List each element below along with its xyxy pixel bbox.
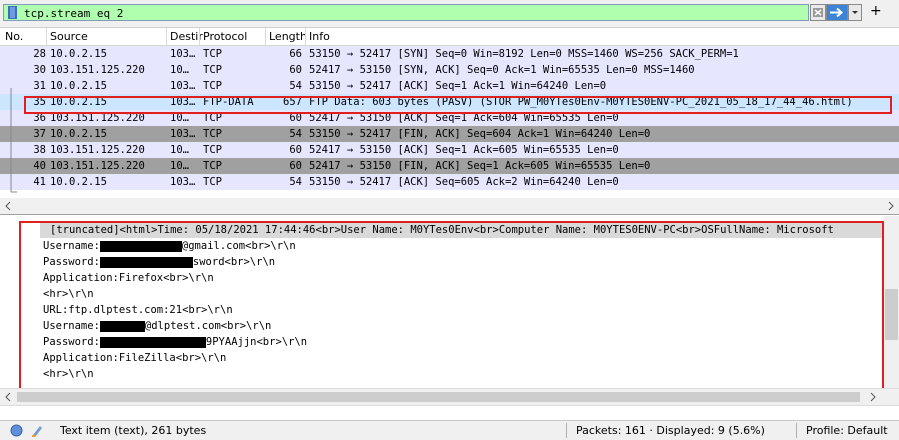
packet-info: 52417 → 53150 [ACK] Seq=1 Ack=605 Win=65… <box>309 144 619 156</box>
packet-info: 53150 → 52417 [ACK] Seq=1 Ack=1 Win=6424… <box>309 80 607 92</box>
col-destination[interactable]: Destir <box>170 30 203 43</box>
scroll-thumb[interactable] <box>17 392 860 402</box>
packet-protocol: TCP <box>203 48 222 60</box>
packet-destination: 10… <box>170 64 189 76</box>
packet-destination: 103… <box>170 128 196 140</box>
chevron-down-icon <box>852 11 858 14</box>
packet-no: 30 <box>33 64 46 76</box>
packet-protocol: TCP <box>203 176 222 188</box>
filter-history-dropdown[interactable] <box>848 4 862 21</box>
packet-row[interactable]: 41 10.0.2.15 103… TCP 54 53150 → 52417 [ACK] … <box>0 174 899 190</box>
highlight-box-packet <box>24 96 892 114</box>
packet-length: 60 <box>289 144 302 156</box>
add-filter-button[interactable]: + <box>870 3 882 19</box>
filter-text: tcp.stream eq 2 <box>24 7 124 20</box>
packet-destination: 103… <box>170 48 196 60</box>
bookmark-icon[interactable] <box>7 6 18 19</box>
packet-protocol: TCP <box>203 64 222 76</box>
packet-no: 28 <box>33 48 46 60</box>
packet-row[interactable]: 37 10.0.2.15 103… TCP 54 53150 → 52417 [FIN, … <box>0 126 899 142</box>
col-source[interactable]: Source <box>50 30 88 43</box>
conversation-bracket-icon <box>10 88 17 193</box>
display-filter-bar: tcp.stream eq 2 + <box>0 0 899 26</box>
highlight-box-detail <box>19 221 884 391</box>
chevron-left-icon <box>5 201 11 211</box>
packet-destination: 10… <box>170 144 189 156</box>
col-protocol[interactable]: Protocol <box>203 30 247 43</box>
packet-info: 52417 → 53150 [FIN, ACK] Seq=1 Ack=605 W… <box>309 160 651 172</box>
packet-protocol: TCP <box>203 144 222 156</box>
packet-source: 10.0.2.15 <box>50 80 107 92</box>
bytes-strip <box>0 405 899 420</box>
edit-comment-icon[interactable] <box>30 423 46 438</box>
packet-length: 54 <box>289 176 302 188</box>
detail-vertical-scrollbar[interactable] <box>884 216 899 392</box>
col-no[interactable]: No. <box>5 30 23 43</box>
arrow-right-icon <box>830 7 844 18</box>
packet-info: 52417 → 53150 [SYN, ACK] Seq=0 Ack=1 Win… <box>309 64 695 76</box>
profile-selector[interactable]: Profile: Default <box>806 424 888 437</box>
packet-length: 66 <box>289 48 302 60</box>
packet-row[interactable]: 28 10.0.2.15 103… TCP 66 53150 → 52417 [SYN] … <box>0 46 899 62</box>
packet-no: 31 <box>33 80 46 92</box>
packet-source: 10.0.2.15 <box>50 128 107 140</box>
packet-source: 103.151.125.220 <box>50 64 145 76</box>
chevron-right-icon <box>888 201 894 211</box>
scroll-thumb[interactable] <box>885 289 898 340</box>
packet-info: 53150 → 52417 [SYN] Seq=0 Win=8192 Len=0… <box>309 48 739 60</box>
clear-filter-button[interactable] <box>810 4 826 21</box>
packet-info: 53150 → 52417 [FIN, ACK] Seq=604 Ack=1 W… <box>309 128 651 140</box>
col-length[interactable]: Length <box>269 30 307 43</box>
status-bar: Text item (text), 261 bytes Packets: 161… <box>0 420 899 440</box>
col-info[interactable]: Info <box>309 30 330 43</box>
packet-no: 41 <box>33 176 46 188</box>
chevron-left-icon <box>5 392 11 402</box>
packet-no: 38 <box>33 144 46 156</box>
packet-length: 54 <box>289 128 302 140</box>
packet-row[interactable]: 30 103.151.125.220 10… TCP 60 52417 → 53150 [… <box>0 62 899 78</box>
packet-protocol: TCP <box>203 128 222 140</box>
packet-length: 54 <box>289 80 302 92</box>
packet-info: 53150 → 52417 [ACK] Seq=605 Ack=2 Win=64… <box>309 176 619 188</box>
apply-filter-button[interactable] <box>826 4 848 21</box>
packet-no: 40 <box>33 160 46 172</box>
packet-destination: 103… <box>170 176 196 188</box>
packet-source: 10.0.2.15 <box>50 176 107 188</box>
packet-source: 103.151.125.220 <box>50 160 145 172</box>
packet-source: 10.0.2.15 <box>50 48 107 60</box>
packet-list: No. Source Destir Protocol Length Info 2… <box>0 27 899 198</box>
packet-bytes-pane: [truncated]<html>Time: 05/18/2021 17:44:… <box>0 214 899 393</box>
expert-info-icon[interactable] <box>10 424 23 437</box>
clear-icon <box>813 8 823 17</box>
packet-no: 37 <box>33 128 46 140</box>
detail-horizontal-scrollbar[interactable] <box>0 388 899 405</box>
packet-destination: 10… <box>170 160 189 172</box>
packet-row[interactable]: 31 10.0.2.15 103… TCP 54 53150 → 52417 [ACK] … <box>0 78 899 94</box>
packet-list-header: No. Source Destir Protocol Length Info <box>0 28 899 46</box>
status-item-text: Text item (text), 261 bytes <box>60 424 207 437</box>
packet-protocol: TCP <box>203 80 222 92</box>
packet-protocol: TCP <box>203 160 222 172</box>
display-filter-input[interactable]: tcp.stream eq 2 <box>3 4 809 21</box>
packet-row[interactable]: 40 103.151.125.220 10… TCP 60 52417 → 53150 [… <box>0 158 899 174</box>
packet-length: 60 <box>289 64 302 76</box>
packet-length: 60 <box>289 160 302 172</box>
packet-list-scrollbar[interactable] <box>0 199 899 213</box>
packet-source: 103.151.125.220 <box>50 144 145 156</box>
chevron-right-icon <box>870 392 876 402</box>
packet-row[interactable]: 38 103.151.125.220 10… TCP 60 52417 → 53150 [… <box>0 142 899 158</box>
status-packets: Packets: 161 · Displayed: 9 (5.6%) <box>576 424 765 437</box>
packet-destination: 103… <box>170 80 196 92</box>
